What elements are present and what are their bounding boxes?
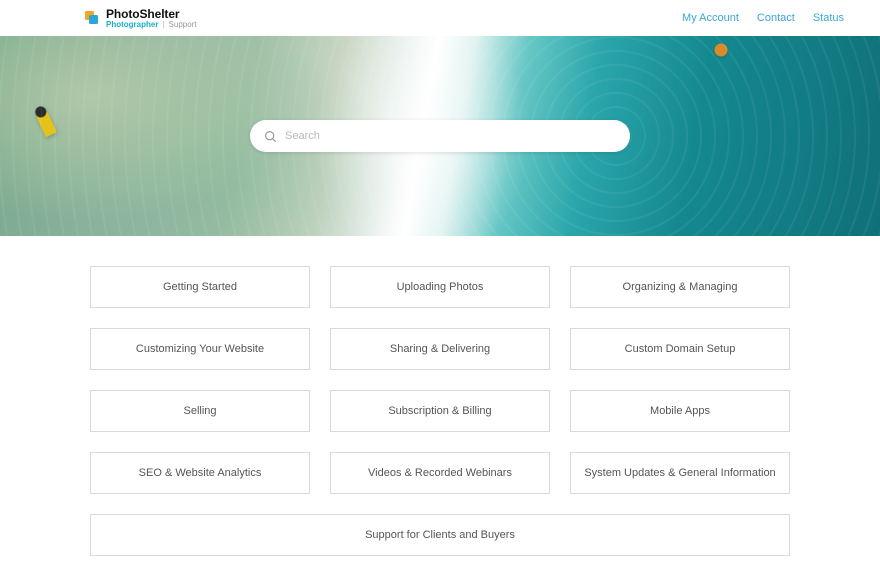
contact-link[interactable]: Contact — [757, 12, 795, 24]
search-icon — [264, 130, 277, 143]
category-label: SEO & Website Analytics — [139, 467, 262, 479]
category-card[interactable]: Support for Clients and Buyers — [90, 514, 790, 556]
search-bar[interactable] — [250, 120, 630, 152]
category-card[interactable]: Getting Started — [90, 266, 310, 308]
logo[interactable]: PhotoShelter Photographer | Support — [84, 8, 197, 29]
category-card[interactable]: Sharing & Delivering — [330, 328, 550, 370]
category-card[interactable]: Uploading Photos — [330, 266, 550, 308]
category-label: System Updates & General Information — [584, 467, 775, 479]
category-label: Videos & Recorded Webinars — [368, 467, 512, 479]
category-card[interactable]: Organizing & Managing — [570, 266, 790, 308]
hero-decoration-left — [21, 92, 69, 150]
logo-icon — [84, 10, 100, 26]
product-line: Photographer — [106, 21, 158, 29]
category-card[interactable]: Custom Domain Setup — [570, 328, 790, 370]
category-label: Sharing & Delivering — [390, 343, 490, 355]
category-label: Getting Started — [163, 281, 237, 293]
category-card[interactable]: Customizing Your Website — [90, 328, 310, 370]
header: PhotoShelter Photographer | Support My A… — [0, 0, 880, 36]
category-grid: Getting Started Uploading Photos Organizin… — [90, 266, 790, 556]
logo-divider: | — [162, 21, 164, 29]
category-card[interactable]: System Updates & General Information — [570, 452, 790, 494]
category-label: Support for Clients and Buyers — [365, 529, 515, 541]
category-card[interactable]: Mobile Apps — [570, 390, 790, 432]
hero-decoration-right — [712, 40, 730, 60]
category-card[interactable]: Subscription & Billing — [330, 390, 550, 432]
category-section: Getting Started Uploading Photos Organizin… — [0, 236, 880, 556]
category-label: Mobile Apps — [650, 405, 710, 417]
category-label: Selling — [183, 405, 216, 417]
category-label: Customizing Your Website — [136, 343, 264, 355]
section-label: Support — [169, 21, 197, 29]
category-label: Custom Domain Setup — [625, 343, 736, 355]
search-input[interactable] — [285, 130, 616, 142]
category-label: Uploading Photos — [397, 281, 484, 293]
header-nav: My Account Contact Status — [682, 12, 844, 24]
logo-text: PhotoShelter Photographer | Support — [106, 8, 197, 29]
category-label: Organizing & Managing — [623, 281, 738, 293]
status-link[interactable]: Status — [813, 12, 844, 24]
category-card[interactable]: SEO & Website Analytics — [90, 452, 310, 494]
brand-name: PhotoShelter — [106, 8, 197, 20]
hero-banner — [0, 36, 880, 236]
category-label: Subscription & Billing — [388, 405, 491, 417]
my-account-link[interactable]: My Account — [682, 12, 739, 24]
category-card[interactable]: Videos & Recorded Webinars — [330, 452, 550, 494]
category-card[interactable]: Selling — [90, 390, 310, 432]
